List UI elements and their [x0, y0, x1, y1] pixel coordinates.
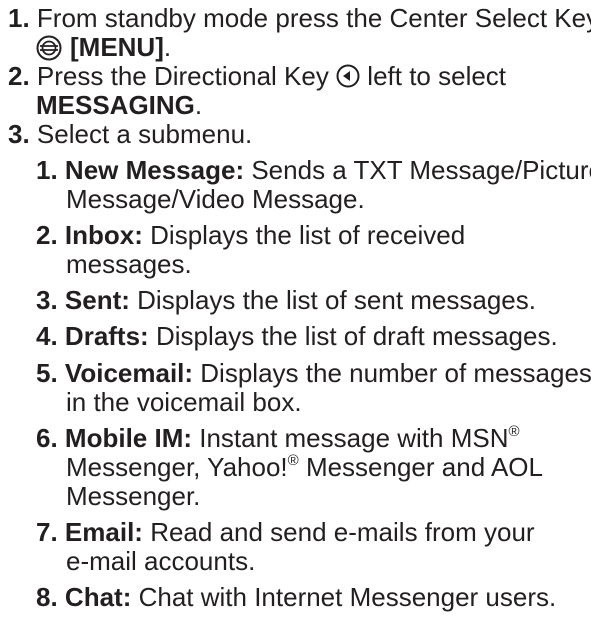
submenu-item-drafts: 4. Drafts: Displays the list of draft me…: [36, 321, 558, 351]
center-select-key-icon: [36, 35, 62, 61]
step-text: From standby mode press the Center Selec…: [36, 3, 591, 33]
submenu-item-sent: 3. Sent: Displays the list of sent messa…: [36, 285, 536, 315]
submenu-item-mobile-im-continued: Messenger, Yahoo!® Messenger and AOL: [66, 452, 543, 482]
step-1: 1. From standby mode press the Center Se…: [8, 2, 591, 34]
submenu-item-inbox: 2. Inbox: Displays the list of received: [36, 220, 466, 250]
step-3: 3. Select a submenu.: [8, 118, 252, 150]
step-number: 2.: [8, 61, 30, 91]
submenu-item-chat: 8. Chat: Chat with Internet Messenger us…: [36, 582, 557, 612]
step-2: 2. Press the Directional Key left to sel…: [8, 60, 506, 92]
messaging-label: MESSAGING: [36, 90, 195, 120]
manual-page: 1. From standby mode press the Center Se…: [0, 0, 591, 621]
submenu-item-new-message: 1. New Message: Sends a TXT Message/Pict…: [36, 155, 591, 185]
menu-key-label: [MENU]: [70, 32, 164, 62]
submenu-item-email-continued: e-mail accounts.: [66, 546, 256, 576]
submenu-item-mobile-im-continued-2: Messenger.: [66, 481, 201, 511]
submenu-item-voicemail-continued: in the voicemail box.: [66, 387, 302, 417]
step-2-continued: MESSAGING.: [36, 90, 203, 120]
submenu-item-inbox-continued: messages.: [66, 249, 192, 279]
directional-key-left-icon: [336, 64, 360, 88]
step-text-suffix: left to select: [367, 61, 507, 91]
submenu-item-voicemail: 5. Voicemail: Displays the number of mes…: [36, 358, 591, 388]
step-number: 1.: [8, 3, 30, 33]
step-1-continued: [MENU].: [36, 31, 171, 63]
step-number: 3.: [8, 119, 30, 149]
step-text: Press the Directional Key: [36, 61, 329, 91]
submenu-item-new-message-continued: Message/Video Message.: [66, 184, 365, 214]
submenu-item-email: 7. Email: Read and send e-mails from you…: [36, 517, 535, 547]
step-text: Select a submenu.: [36, 119, 253, 149]
submenu-item-mobile-im: 6. Mobile IM: Instant message with MSN®: [36, 423, 520, 453]
